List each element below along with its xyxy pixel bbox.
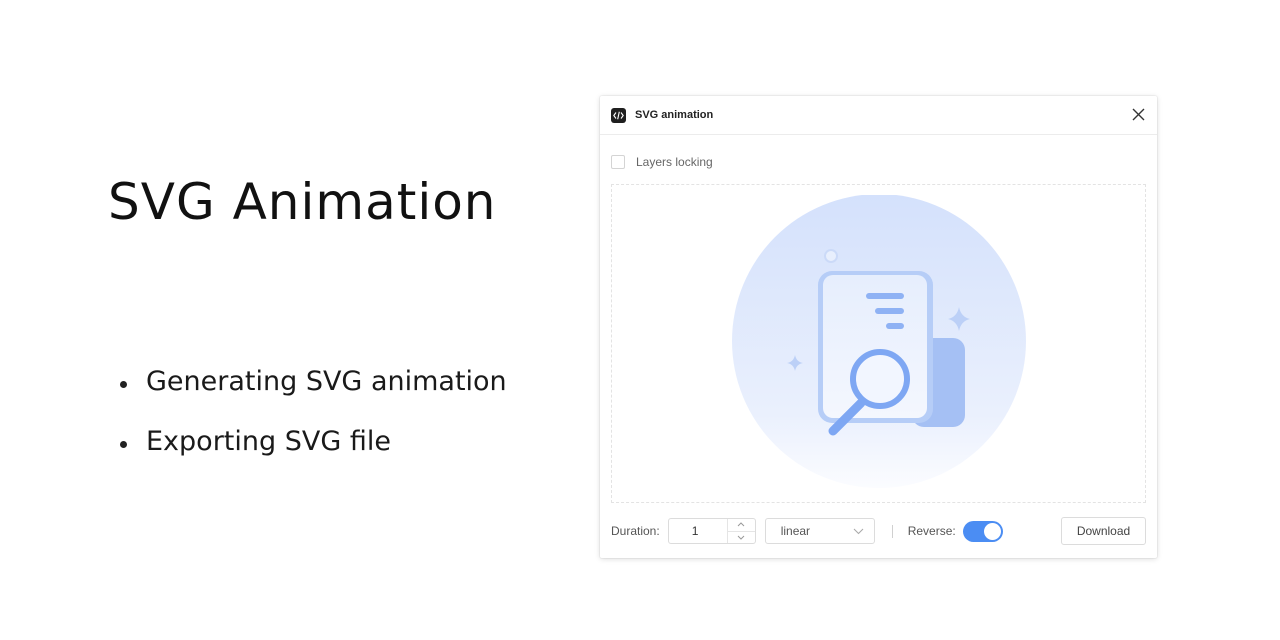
chevron-down-icon (737, 535, 745, 540)
toggle-knob (983, 522, 1001, 540)
download-button[interactable]: Download (1061, 517, 1146, 545)
feature-item-text: Generating SVG animation (146, 366, 507, 397)
duration-input[interactable]: 1 (669, 519, 727, 543)
feature-item: Exporting SVG file (120, 412, 507, 472)
dialog-header: SVG animation (600, 96, 1157, 135)
document-search-icon (732, 195, 1026, 488)
stepper-buttons (726, 519, 755, 544)
layers-locking-label: Layers locking (636, 155, 713, 169)
bullet-dot (120, 440, 127, 448)
slide-title: SVG Animation (108, 173, 497, 231)
svg-animation-dialog: SVG animation Layers locking Duration: 1… (600, 96, 1157, 558)
decrement-button[interactable] (728, 532, 755, 544)
divider (891, 524, 893, 538)
feature-item-text: Exporting SVG file (146, 426, 391, 457)
layers-locking-checkbox[interactable] (611, 155, 625, 169)
close-icon (1132, 108, 1144, 120)
duration-stepper[interactable]: 1 (667, 518, 756, 544)
easing-select[interactable]: linear (764, 518, 875, 544)
chevron-up-icon (737, 522, 745, 527)
feature-item: Generating SVG animation (120, 352, 507, 412)
animation-preview (611, 184, 1146, 503)
bullet-dot (120, 380, 127, 388)
layers-locking-option[interactable]: Layers locking (611, 155, 713, 169)
close-button[interactable] (1131, 107, 1145, 121)
feature-list: Generating SVG animation Exporting SVG f… (120, 352, 507, 472)
reverse-toggle[interactable] (962, 520, 1003, 542)
reverse-label: Reverse: (907, 524, 956, 538)
code-icon (611, 107, 626, 123)
duration-label: Duration: (611, 524, 660, 538)
animation-controls: Duration: 1 linear Reverse: Download (611, 517, 1146, 545)
chevron-down-icon (853, 528, 864, 534)
increment-button[interactable] (727, 519, 755, 532)
dialog-title: SVG animation (635, 109, 714, 121)
easing-value: linear (780, 524, 811, 538)
